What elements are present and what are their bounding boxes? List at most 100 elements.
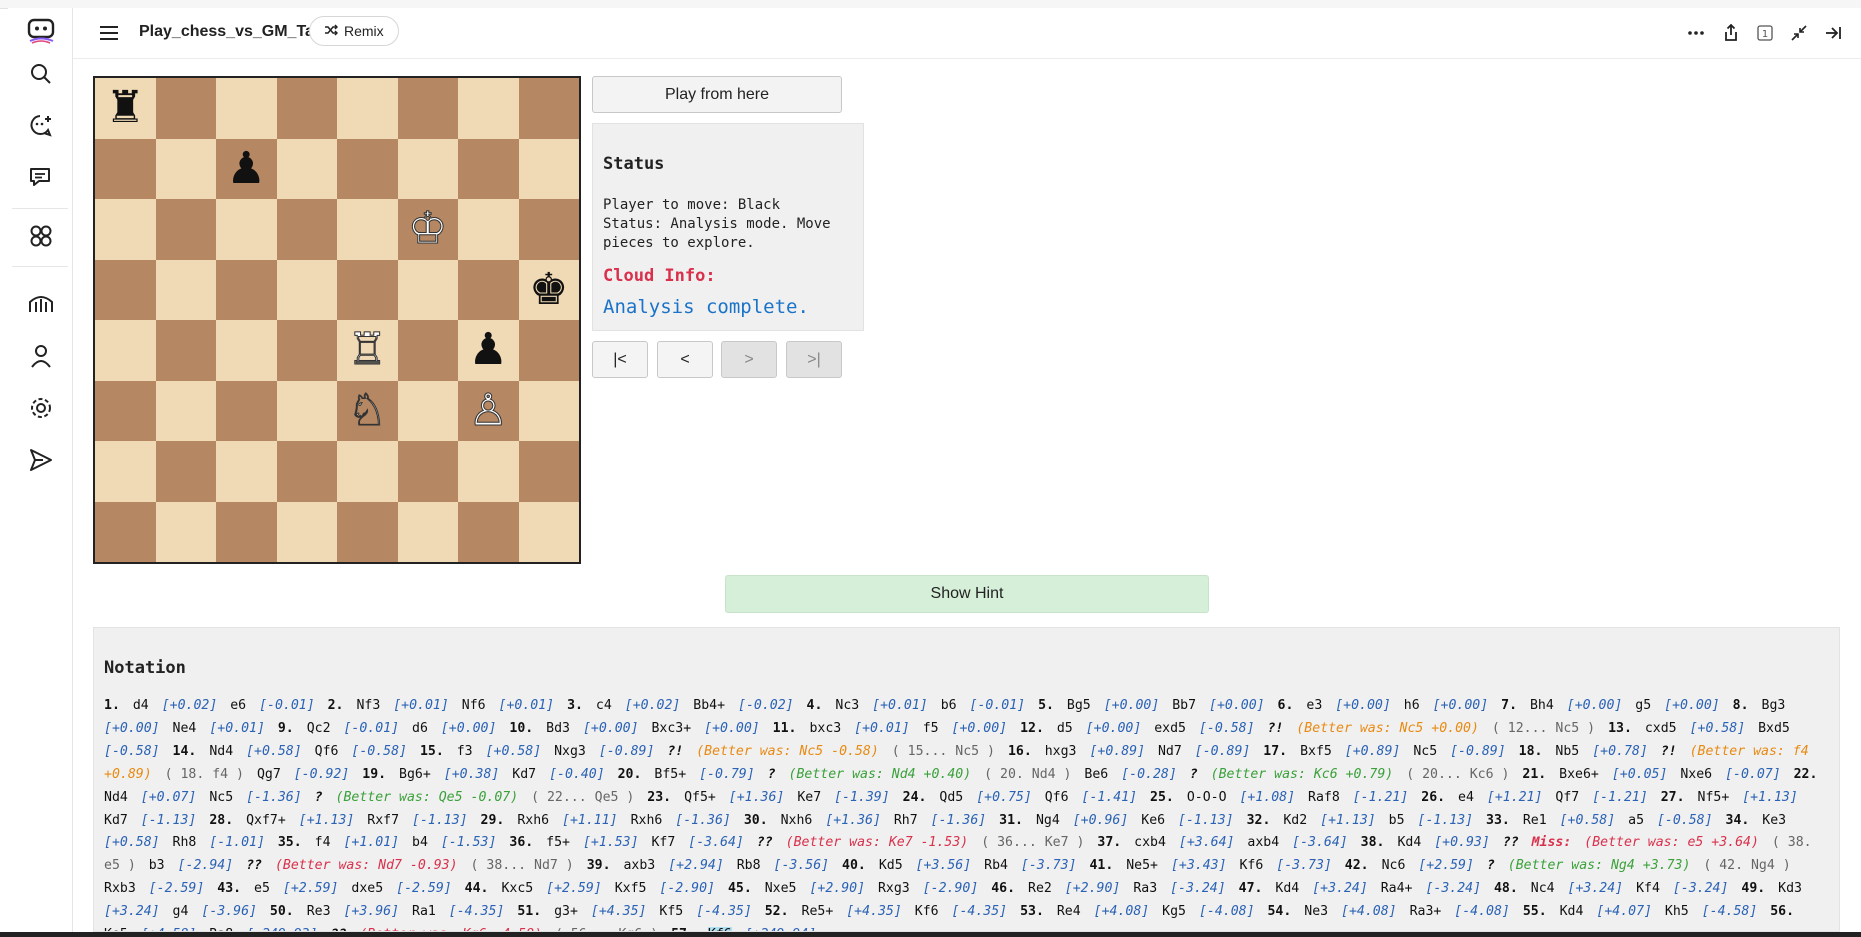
move[interactable]: Ne4 [173,721,197,736]
move[interactable]: e6 [230,698,246,713]
move[interactable]: Kg5 [1162,904,1186,919]
move[interactable]: Kf7 [651,835,675,850]
move[interactable]: Nf5+ [1698,790,1730,805]
move[interactable]: Bg6+ [399,767,431,782]
move[interactable]: Nc6 [1382,858,1406,873]
move[interactable]: e5 [254,881,270,896]
square-h7[interactable] [518,138,579,199]
move[interactable]: Kxf5 [615,881,647,896]
move[interactable]: Kf6 [915,904,939,919]
menu-icon[interactable] [98,22,120,44]
play-from-here-button[interactable]: Play from here [592,76,842,113]
square-e3[interactable]: ♘ [337,380,398,441]
square-f2[interactable] [397,441,458,502]
move[interactable]: Be6 [1084,767,1108,782]
square-b2[interactable] [155,441,216,502]
move[interactable]: Rh8 [173,835,197,850]
move[interactable]: h6 [1404,698,1420,713]
move[interactable]: Rb8 [737,858,761,873]
move[interactable]: Rxb3 [104,881,136,896]
move[interactable]: O-O-O [1187,790,1227,805]
square-e6[interactable] [337,199,398,260]
square-g8[interactable] [458,78,519,139]
square-b8[interactable] [155,78,216,139]
square-e5[interactable] [337,259,398,320]
move[interactable]: b5 [1389,813,1405,828]
white-piece[interactable]: ♔ [408,206,448,251]
move[interactable]: Nf6 [462,698,486,713]
close-panel-icon[interactable] [1821,21,1845,45]
square-d6[interactable] [276,199,337,260]
move[interactable]: Qf6 [315,744,339,759]
square-e8[interactable] [337,78,398,139]
move[interactable]: Ng4 [1036,813,1060,828]
new-chat-icon[interactable] [24,109,58,143]
move[interactable]: Bd3 [546,721,570,736]
square-c8[interactable] [216,78,277,139]
move[interactable]: Qf6 [1045,790,1069,805]
profile-icon[interactable] [24,339,58,373]
search-icon[interactable] [24,57,58,91]
square-f7[interactable] [397,138,458,199]
square-f1[interactable] [397,501,458,562]
move[interactable]: Qf5+ [684,790,716,805]
move[interactable]: Ne3 [1304,904,1328,919]
move[interactable]: Nb5 [1555,744,1579,759]
move[interactable]: Re5+ [802,904,834,919]
move[interactable]: Rh7 [894,813,918,828]
app-logo-icon[interactable] [24,14,58,48]
move[interactable]: e4 [1458,790,1474,805]
settings-icon[interactable] [24,391,58,425]
square-f6[interactable]: ♔ [397,199,458,260]
move[interactable]: Bg5 [1067,698,1091,713]
move[interactable]: Raf8 [1308,790,1340,805]
move[interactable]: Ne5+ [1126,858,1158,873]
move[interactable]: Nxg3 [554,744,586,759]
square-a1[interactable] [95,501,156,562]
move[interactable]: Kf4 [1636,881,1660,896]
move[interactable]: Qxf7+ [246,813,286,828]
move[interactable]: Ra3+ [1410,904,1442,919]
white-piece[interactable]: ♘ [347,388,387,433]
square-a6[interactable] [95,199,156,260]
move[interactable]: Ra3 [1133,881,1157,896]
move[interactable]: Rb4 [984,858,1008,873]
square-b7[interactable] [155,138,216,199]
move[interactable]: d6 [412,721,428,736]
move[interactable]: Qg7 [257,767,281,782]
square-g2[interactable] [458,441,519,502]
square-b6[interactable] [155,199,216,260]
move[interactable]: Bxe6+ [1559,767,1599,782]
square-b1[interactable] [155,501,216,562]
square-d2[interactable] [276,441,337,502]
square-b4[interactable] [155,320,216,381]
move[interactable]: b6 [941,698,957,713]
square-a4[interactable] [95,320,156,381]
move[interactable]: Kd5 [879,858,903,873]
square-f4[interactable] [397,320,458,381]
page-count-icon[interactable]: 1 [1753,21,1777,45]
send-icon[interactable] [24,443,58,477]
move[interactable]: dxe5 [351,881,383,896]
square-h6[interactable] [518,199,579,260]
last-move-button[interactable]: >| [786,341,842,378]
move[interactable]: f5 [923,721,939,736]
move[interactable]: Bg3 [1762,698,1786,713]
move[interactable]: Qd5 [939,790,963,805]
square-c3[interactable] [216,380,277,441]
move[interactable]: Rxf7 [367,813,399,828]
move[interactable]: g4 [173,904,189,919]
square-h4[interactable] [518,320,579,381]
square-b5[interactable] [155,259,216,320]
square-h8[interactable] [518,78,579,139]
square-a2[interactable] [95,441,156,502]
move[interactable]: Bxf5 [1300,744,1332,759]
square-f3[interactable] [397,380,458,441]
move[interactable]: f4 [315,835,331,850]
move[interactable]: Ke7 [797,790,821,805]
move[interactable]: Nd4 [104,790,128,805]
show-hint-button[interactable]: Show Hint [725,575,1209,613]
move[interactable]: d4 [133,698,149,713]
move[interactable]: Ke3 [1762,813,1786,828]
square-a7[interactable] [95,138,156,199]
